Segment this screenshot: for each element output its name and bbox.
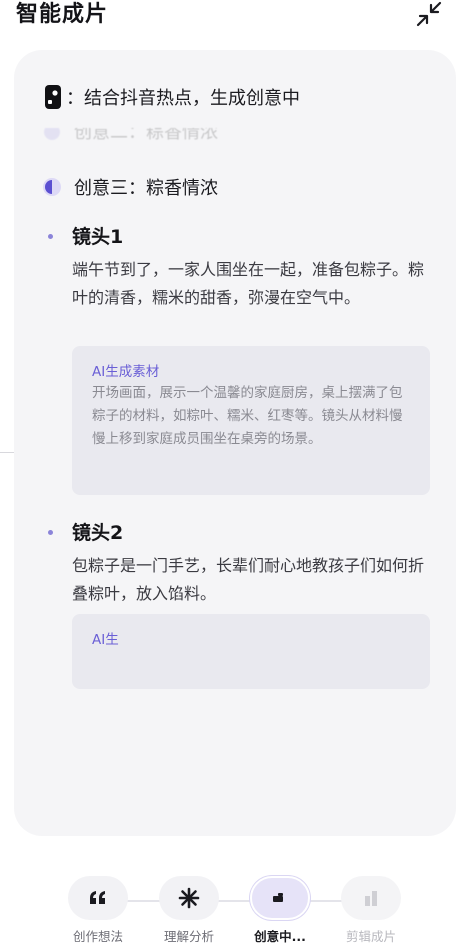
half-moon-icon [43, 178, 61, 196]
nav-step-analysis[interactable]: 理解分析 [149, 876, 229, 944]
divider [0, 452, 14, 453]
ai-material-label: AI生 [92, 632, 119, 648]
collapse-arrows-icon [416, 1, 442, 27]
quote-icon [90, 891, 105, 904]
shot-description: 端午节到了，一家人围坐在一起，准备包粽子。粽叶的清香，糯米的甜香，弥漫在空气中。 [72, 260, 425, 307]
ai-material-label: AI生成素材 [92, 364, 160, 380]
nav-step-creating[interactable]: 创意中... [240, 876, 320, 944]
nav-step-idea[interactable]: 创作想法 [58, 876, 138, 944]
idea-dot-icon [44, 128, 60, 140]
status-row: ：结合抖音热点，生成创意中 [44, 82, 300, 112]
collapse-button[interactable] [414, 0, 444, 28]
progress-nav: 创作想法 理解分析 创意中... 剪辑成片 [0, 870, 470, 944]
generation-card[interactable]: ：结合抖音热点，生成创意中 创意二：粽香情浓 创意三：粽香情浓 镜头1 端午节到… [14, 50, 456, 836]
shot-title: 镜头2 [72, 522, 124, 544]
ai-material-box[interactable]: AI生 [72, 614, 430, 689]
idea-icon [273, 893, 283, 902]
nav-step-circle [68, 876, 128, 920]
shot-item: 镜头1 端午节到了，一家人围坐在一起，准备包粽子。粽叶的清香，糯米的甜香，弥漫在… [42, 222, 430, 502]
shot-description: 包粽子是一门手艺，长辈们耐心地教孩子们如何折叠粽叶，放入馅料。 [72, 556, 425, 603]
nav-step-label: 创意中... [254, 929, 306, 944]
nav-step-circle [250, 876, 310, 920]
top-bar: 智能成片 [0, 0, 470, 40]
page-title: 智能成片 [16, 2, 109, 27]
previous-idea-label: 创意二：粽香情浓 [74, 128, 218, 143]
shot-title: 镜头1 [72, 226, 124, 248]
douyin-logo-icon [45, 85, 61, 109]
nav-step-label: 创作想法 [72, 929, 123, 944]
nav-step-circle [159, 876, 219, 920]
ai-material-box[interactable]: AI生成素材 开场画面，展示一个温馨的家庭厨房，桌上摆满了包粽子的材料，如粽叶、… [72, 346, 430, 495]
bullet-dot [48, 530, 53, 535]
nav-step-editing[interactable]: 剪辑成片 [331, 876, 411, 944]
previous-idea-row[interactable]: 创意二：粽香情浓 [44, 128, 344, 152]
nav-step-circle [341, 876, 401, 920]
chart-bars-icon [365, 891, 377, 906]
progress-line [100, 900, 370, 902]
current-idea-row[interactable]: 创意三：粽香情浓 [42, 172, 218, 202]
nav-step-label: 剪辑成片 [345, 929, 396, 944]
nav-step-label: 理解分析 [163, 929, 214, 944]
asterisk-icon [178, 887, 200, 909]
current-idea-label: 创意三：粽香情浓 [74, 178, 218, 199]
status-text: ：结合抖音热点，生成创意中 [66, 88, 300, 109]
ai-material-text: 开场画面，展示一个温馨的家庭厨房，桌上摆满了包粽子的材料，如粽叶、糯米、红枣等。… [92, 385, 403, 447]
bullet-dot [48, 234, 53, 239]
shot-item: 镜头2 包粽子是一门手艺，长辈们耐心地教孩子们如何折叠粽叶，放入馅料。 AI生 [42, 518, 430, 698]
